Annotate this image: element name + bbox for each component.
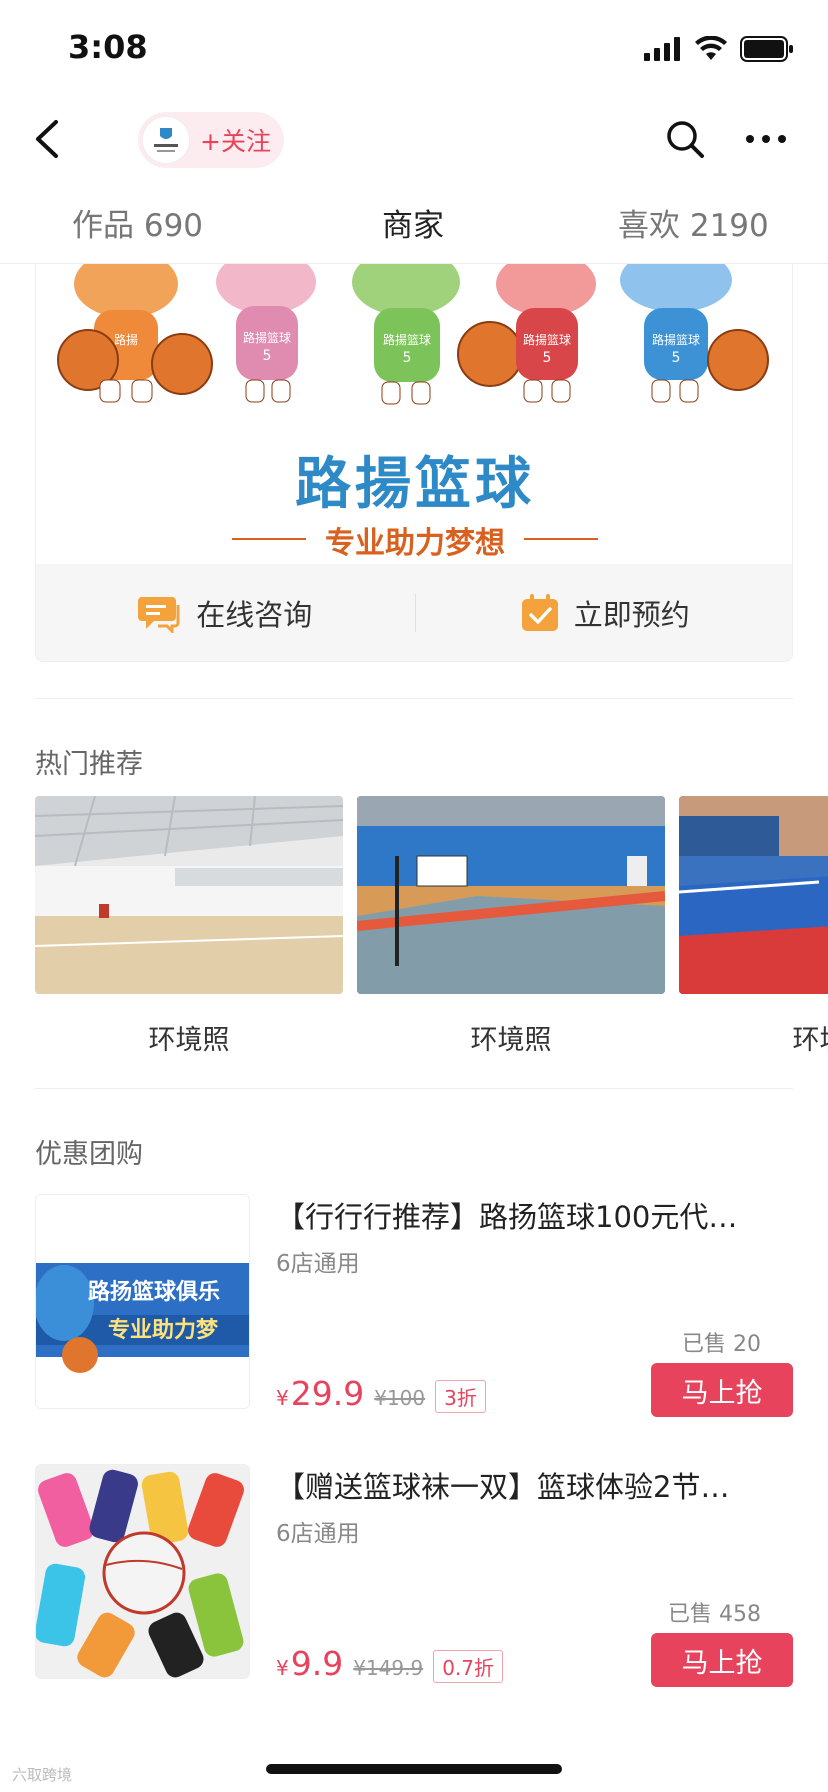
svg-text:5: 5 [543,350,552,366]
search-icon [667,121,704,158]
shop-banner-card: 路揚 路揚篮球 5 路揚篮球 5 路揚篮球 5 路揚篮球 5 路揚篮球 专业助力… [35,264,793,662]
svg-text:5: 5 [672,350,681,366]
status-time: 3:08 [68,28,148,66]
follow-label: +关注 [200,127,271,156]
buy-now-button[interactable]: 马上抢 [651,1633,793,1687]
svg-text:路揚篮球: 路揚篮球 [383,332,431,347]
status-bar: 3:08 [0,0,828,96]
deal-subtitle: 6店通用 [276,1521,360,1547]
photo-label: 环境照 [470,1025,552,1056]
nav-bar: +关注 [0,96,828,186]
svg-text:路揚篮球: 路揚篮球 [243,330,291,345]
svg-text:5: 5 [263,348,272,364]
deal-subtitle: 6店通用 [276,1251,360,1277]
deal-price-row: ¥ 9.9 ¥149.9 0.7折 [276,1644,504,1683]
home-indicator[interactable] [266,1764,562,1774]
online-consult-button[interactable]: 在线咨询 [36,564,415,661]
tab-likes[interactable]: 喜欢 2190 [618,200,769,245]
photo-label: 环境照 [148,1025,230,1056]
deal-price: 29.9 [290,1374,365,1413]
mascot-illustration: 路揚 路揚篮球 5 路揚篮球 5 路揚篮球 5 路揚篮球 5 [57,264,769,405]
discount-badge: 0.7折 [433,1650,504,1683]
svg-text:路扬篮球俱乐: 路扬篮球俱乐 [88,1279,220,1305]
section-divider [35,698,793,699]
book-now-button[interactable]: 立即预约 [416,564,793,661]
online-consult-label: 在线咨询 [196,598,313,632]
back-button[interactable] [28,114,68,164]
banner-slogan: 专业助力梦想 [325,526,505,561]
gym-photo-blue [357,796,665,994]
calendar-check-icon [521,594,558,631]
deal-sold-count: 已售 458 [668,1602,761,1627]
original-price: ¥149.9 [353,1656,424,1680]
currency-symbol: ¥ [276,1386,289,1410]
deal-price: 9.9 [290,1644,344,1683]
watermark: 六取跨境 [12,1766,73,1784]
gym-photo-indoor [35,796,343,994]
follow-button[interactable]: +关注 [138,112,284,168]
svg-text:路揚篮球: 路揚篮球 [523,332,571,347]
slogan-line-right [524,538,598,540]
more-button[interactable] [744,118,788,160]
tab-shop[interactable]: 商家 [382,200,444,245]
photo-item[interactable]: 环境照 [35,796,343,1056]
photo-item[interactable]: 环境照 [679,796,828,1056]
chevron-left-icon [36,120,58,158]
svg-text:5: 5 [403,350,412,366]
deal-title: 【行行行推荐】路扬篮球100元代… [276,1200,738,1234]
signal-icon [644,37,680,61]
photo-item[interactable]: 环境照 [357,796,665,1056]
tab-works[interactable]: 作品 690 [72,200,203,245]
battery-icon [740,36,793,62]
deal-price-row: ¥ 29.9 ¥100 3折 [276,1374,486,1413]
photo-label: 环境照 [792,1025,828,1056]
status-icons [644,36,794,62]
group-deals-title: 优惠团购 [35,1139,143,1170]
section-divider [35,1088,793,1089]
book-now-label: 立即预约 [573,598,690,632]
search-button[interactable] [664,118,706,160]
shop-logo [142,116,190,164]
original-price: ¥100 [374,1386,426,1410]
deal-thumbnail [35,1464,250,1679]
svg-text:路揚篮球: 路揚篮球 [652,332,700,347]
deal-title: 【赠送篮球袜一双】篮球体验2节… [276,1470,730,1504]
hot-photo-row: 环境照 环境照 环 [35,796,828,1056]
deal-item[interactable]: 路扬篮球俱乐 专业助力梦 【行行行推荐】路扬篮球100元代… 6店通用 已售 2… [35,1194,793,1417]
more-dots-icon [746,135,786,143]
discount-badge: 3折 [435,1380,486,1413]
court-photo-outdoor [679,796,828,994]
chat-icon [138,597,180,633]
deal-thumbnail: 路扬篮球俱乐 专业助力梦 [35,1194,250,1409]
deal-sold-count: 已售 20 [682,1332,761,1357]
deal-item[interactable]: 【赠送篮球袜一双】篮球体验2节… 6店通用 已售 458 ¥ 9.9 ¥149.… [35,1464,793,1687]
currency-symbol: ¥ [276,1656,289,1680]
action-bar: 在线咨询 立即预约 [36,564,793,661]
banner-mascots-image: 路揚 路揚篮球 5 路揚篮球 5 路揚篮球 5 路揚篮球 5 路揚篮球 专业助力… [36,264,792,564]
shop-logo-icon [154,128,178,152]
banner-title: 路揚篮球 [295,452,535,517]
svg-text:路揚: 路揚 [114,332,138,347]
svg-text:专业助力梦: 专业助力梦 [108,1317,219,1343]
wifi-icon [695,36,727,60]
profile-tabs: 作品 690 商家 喜欢 2190 [0,196,828,264]
buy-now-button[interactable]: 马上抢 [651,1363,793,1417]
hot-recommend-title: 热门推荐 [35,749,143,780]
